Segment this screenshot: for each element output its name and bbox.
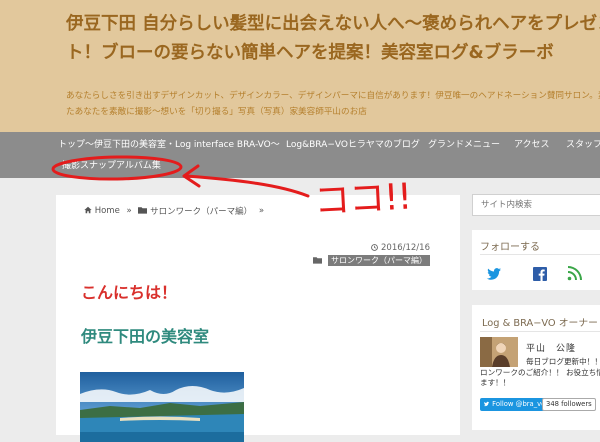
- follow-widget-title: フォローする: [480, 242, 540, 253]
- owner-profile-text: 毎日ブログ更新中！！ ロンワークのご紹介！！ お役立ち情報 ます！！: [480, 357, 600, 389]
- owner-name: 平山 公隆: [526, 344, 577, 354]
- post-greeting: こんにちは！: [81, 283, 178, 302]
- owner-widget: Log & BRA−VO オーナー 平山 公隆 毎日ブログ更新中！！ ロンワーク…: [472, 305, 600, 430]
- twitter-follower-count: 348 followers: [542, 398, 596, 411]
- site-description-line-2: たあなたを素敵に撮影〜想いを「切り撮る」写真（写真）家美容師平山のお店: [66, 107, 367, 117]
- folder-icon: [138, 206, 148, 217]
- post-date: 2016/12/16: [371, 243, 430, 253]
- post-heading: 伊豆下田の美容室: [81, 327, 210, 346]
- post-category: サロンワーク（パーマ編）: [313, 255, 430, 266]
- twitter-icon: [483, 400, 492, 408]
- nav-item-snap-album[interactable]: 撮影スナップアルバム集: [62, 156, 161, 176]
- annotation-arrow: [184, 174, 310, 198]
- twitter-follow-button[interactable]: Follow @bra_vo: [480, 398, 550, 411]
- breadcrumb-category-link[interactable]: サロンワーク（パーマ編）: [150, 205, 252, 217]
- nav-item-access[interactable]: アクセス: [514, 135, 550, 155]
- owner-widget-title: Log & BRA−VO オーナー: [482, 318, 598, 329]
- post-category-tag[interactable]: サロンワーク（パーマ編）: [328, 255, 430, 266]
- breadcrumb-home-link[interactable]: Home: [95, 206, 120, 216]
- rss-icon[interactable]: [566, 266, 582, 282]
- article-area: Home » サロンワーク（パーマ編） » 2016/12/16 サロンワーク（…: [56, 195, 460, 442]
- clock-icon: [371, 243, 381, 253]
- site-title-line-1[interactable]: 伊豆下田 自分らしい髪型に出会えない人へ〜褒められヘアをプレゼン: [66, 10, 600, 39]
- nav-item-staff[interactable]: スタッフ: [566, 135, 600, 155]
- nav-item-blog[interactable]: Log&BRA−VOヒラヤマのブログ: [286, 135, 420, 155]
- owner-profile-line-1: 毎日ブログ更新中！！: [526, 357, 600, 366]
- site-description-line-1: あなたらしさを引き出すデザインカット、デザインカラー、デザインパーマに自信があり…: [66, 91, 600, 101]
- divider: [480, 254, 600, 255]
- facebook-icon[interactable]: [532, 266, 548, 282]
- site-search-input[interactable]: [472, 194, 600, 216]
- site-header: 伊豆下田 自分らしい髪型に出会えない人へ〜褒められヘアをプレゼン ト！ブローの要…: [0, 0, 600, 132]
- twitter-follow-label: Follow @bra_vo: [492, 400, 546, 408]
- owner-profile-line-3: ます！！: [480, 378, 511, 387]
- breadcrumb-separator: »: [126, 206, 132, 216]
- breadcrumb-separator-2: »: [258, 206, 265, 216]
- folder-icon: [313, 256, 325, 265]
- nav-item-menu[interactable]: グランドメニュー: [428, 135, 500, 155]
- owner-profile-line-2: ロンワークのご紹介！！ お役立ち情報: [480, 367, 600, 377]
- nav-item-top[interactable]: トップ〜伊豆下田の美容室・Log interface BRA-VO〜: [58, 135, 280, 155]
- annotation-text: ココ!!: [313, 176, 413, 223]
- divider: [480, 331, 600, 332]
- site-description: あなたらしさを引き出すデザインカット、デザインカラー、デザインパーマに自信があり…: [66, 88, 600, 120]
- post-date-text: 2016/12/16: [381, 243, 430, 253]
- twitter-icon[interactable]: [486, 266, 502, 282]
- global-nav: トップ〜伊豆下田の美容室・Log interface BRA-VO〜 Log&B…: [0, 132, 600, 178]
- follow-widget: フォローする: [472, 230, 600, 290]
- home-icon: [84, 206, 92, 217]
- site-title-line-2[interactable]: ト！ブローの要らない簡単ヘアを提案！美容室ログ&ブラーボ: [66, 39, 600, 68]
- post-photo-coastline: [80, 372, 244, 442]
- breadcrumb: Home » サロンワーク（パーマ編） »: [84, 205, 268, 217]
- site-title[interactable]: 伊豆下田 自分らしい髪型に出会えない人へ〜褒められヘアをプレゼン ト！ブローの要…: [66, 10, 600, 68]
